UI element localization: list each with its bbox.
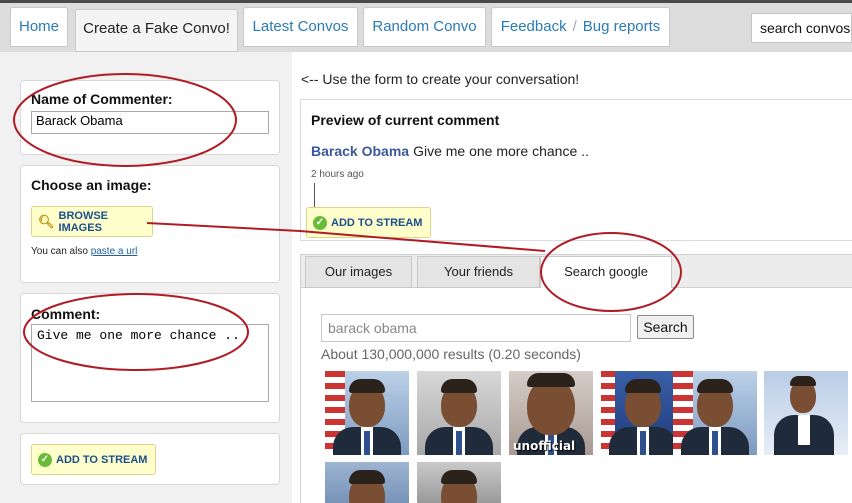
result-thumbnail[interactable] — [325, 371, 409, 455]
result-thumbnail[interactable] — [417, 462, 501, 503]
commenter-name-input[interactable]: Barack Obama — [31, 111, 269, 134]
google-results-count: About 130,000,000 results (0.20 seconds) — [321, 346, 581, 362]
search-convos-input[interactable]: search convos — [751, 13, 852, 43]
magnifier-icon: 🔍︎ — [38, 213, 55, 229]
preview-comment: Barack Obama Give me one more chance .. — [311, 143, 589, 159]
preview-comment-text: Give me one more chance .. — [413, 143, 589, 159]
commenter-label: Name of Commenter: — [31, 91, 173, 107]
google-search-button[interactable]: Search — [637, 315, 694, 339]
add-to-stream-button[interactable]: ✓ ADD TO STREAM — [31, 444, 156, 475]
tab-your-friends[interactable]: Your friends — [417, 256, 540, 288]
preview-timestamp: 2 hours ago — [311, 169, 364, 180]
browse-images-button[interactable]: 🔍︎ BROWSE IMAGES — [31, 206, 153, 237]
result-thumbnail[interactable] — [673, 371, 757, 455]
check-circle-icon: ✓ — [38, 452, 52, 467]
preview-commenter-name: Barack Obama — [311, 143, 410, 159]
tab-our-images[interactable]: Our images — [305, 256, 412, 288]
result-thumbnail[interactable] — [325, 462, 409, 503]
nav-random-convo[interactable]: Random Convo — [363, 7, 486, 47]
nav-feedback[interactable]: Feedback / Bug reports — [491, 7, 670, 47]
comment-label: Comment: — [31, 306, 101, 322]
nav-create-convo[interactable]: Create a Fake Convo! — [75, 9, 238, 52]
tab-search-google[interactable]: Search google — [540, 256, 672, 290]
preview-title: Preview of current comment — [311, 112, 500, 128]
comment-textarea[interactable]: Give me one more chance .. — [31, 324, 269, 402]
nav-latest-convos[interactable]: Latest Convos — [243, 7, 358, 47]
nav-separator: / — [572, 18, 577, 35]
browse-images-label: BROWSE IMAGES — [58, 209, 109, 234]
paste-url-link[interactable]: paste a url — [91, 246, 138, 257]
form-hint: <-- Use the form to create your conversa… — [301, 71, 580, 87]
preview-add-to-stream-label: ADD TO STREAM — [331, 216, 423, 229]
result-thumbnail[interactable] — [764, 371, 848, 455]
google-search-input[interactable]: barack obama — [321, 314, 631, 342]
nav-bug-reports-label[interactable]: Bug reports — [583, 18, 661, 35]
result-thumbnail[interactable] — [417, 371, 501, 455]
paste-url-note: You can also paste a url — [31, 246, 137, 257]
add-to-stream-label: ADD TO STREAM — [56, 453, 148, 466]
check-circle-icon: ✓ — [313, 215, 327, 230]
text-cursor — [314, 183, 315, 207]
thumbnail-caption: unofficial — [513, 439, 576, 453]
preview-add-to-stream-button[interactable]: ✓ ADD TO STREAM — [306, 207, 431, 238]
nav-feedback-label[interactable]: Feedback — [501, 18, 567, 35]
image-label: Choose an image: — [31, 177, 152, 193]
paste-url-prefix: You can also — [31, 246, 88, 257]
result-thumbnail[interactable]: unofficial — [509, 371, 593, 455]
nav-home[interactable]: Home — [10, 7, 68, 47]
